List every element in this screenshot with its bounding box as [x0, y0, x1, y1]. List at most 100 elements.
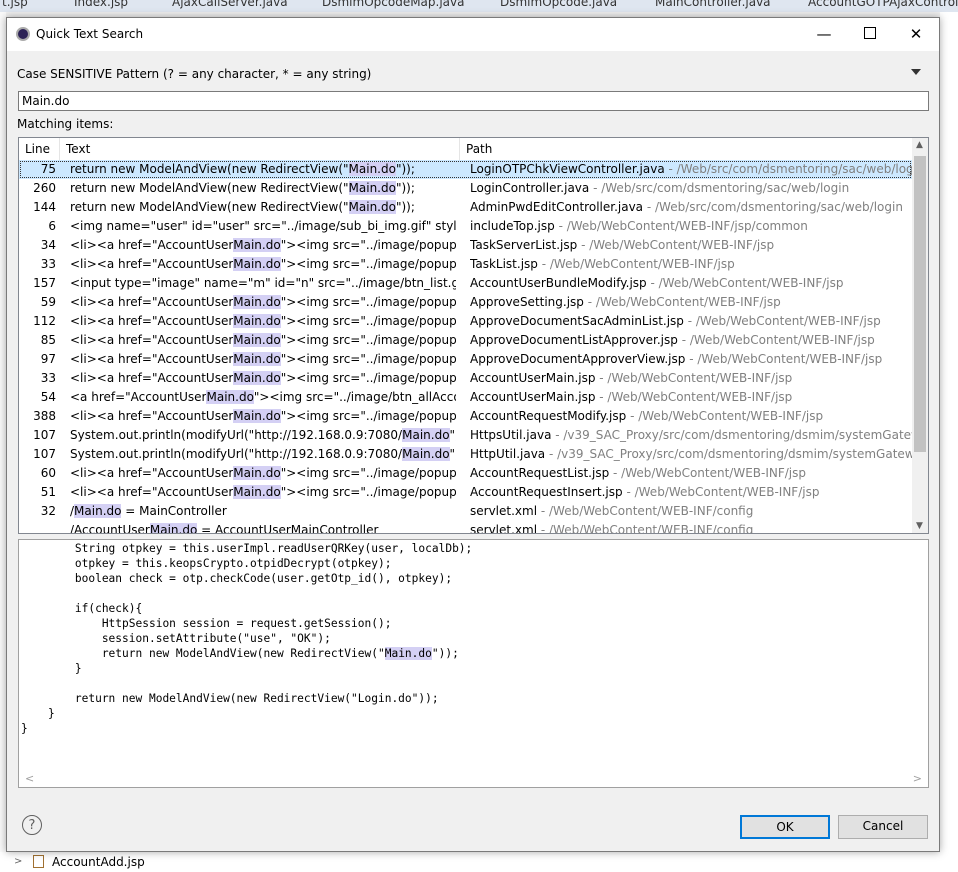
editor-tab[interactable]: t.jsp	[2, 0, 28, 9]
preview-horizontal-scrollbar[interactable]: < >	[19, 771, 928, 787]
row-text-pre: <li><a href="AccountUser	[70, 485, 234, 499]
table-row[interactable]: /AccountUserMain.do = AccountUserMainCon…	[19, 521, 912, 534]
table-row[interactable]: 260 return new ModelAndView(new RedirectV…	[19, 179, 912, 198]
row-text-pre: <li><a href="AccountUser	[70, 371, 234, 385]
row-file-dir: - /v39_SAC_Proxy/src/com/dsmentoring/dsm…	[545, 447, 912, 461]
scroll-left-icon[interactable]: <	[25, 772, 34, 785]
editor-tab[interactable]: Index.jsp	[74, 0, 128, 9]
table-row[interactable]: 112 <li><a href="AccountUserMain.do"><img…	[19, 312, 912, 331]
row-text-pre: /AccountUser	[70, 523, 150, 534]
code-pre: HttpSession session = request.getSession…	[21, 617, 392, 630]
table-row[interactable]: 97 <li><a href="AccountUserMain.do"><img …	[19, 350, 912, 369]
row-text-match: Main.do	[402, 428, 450, 442]
dialog-title: Quick Text Search	[36, 27, 144, 41]
row-text-pre: return new ModelAndView(new RedirectView…	[70, 162, 349, 176]
scroll-up-icon[interactable]: ▲	[916, 140, 923, 150]
search-input[interactable]	[18, 91, 929, 111]
row-line-number: 85	[40, 333, 56, 347]
editor-tab[interactable]: DsmimOpcodeMap.java	[322, 0, 465, 9]
editor-tab[interactable]: AccountGOTPAjaxController	[808, 0, 958, 9]
table-row[interactable]: 51 <li><a href="AccountUserMain.do"><img …	[19, 483, 912, 502]
row-text-pre: <input type="image" name="m" id="n" src=…	[70, 276, 456, 290]
quick-text-search-dialog: Quick Text Search — ✕ Case SENSITIVE Pat…	[6, 17, 940, 852]
table-row[interactable]: 144 return new ModelAndView(new RedirectV…	[19, 198, 912, 217]
row-file-dir: - /Web/WebContent/WEB-INF/jsp	[595, 371, 793, 385]
row-path: AccountRequestModify.jsp - /Web/WebConte…	[470, 407, 912, 426]
row-path: AccountRequestList.jsp - /Web/WebContent…	[470, 464, 912, 483]
table-row[interactable]: 107 System.out.println(modifyUrl("http://…	[19, 426, 912, 445]
row-file-name: ApproveDocumentApproverView.jsp	[470, 352, 686, 366]
results-table[interactable]: Line Text Path 75 return new ModelAndView…	[18, 137, 929, 534]
row-file-name: LoginController.java	[470, 181, 590, 195]
scroll-right-icon[interactable]: >	[913, 772, 922, 785]
row-text: <a href="AccountUserMain.do"><img src=".…	[70, 388, 456, 407]
row-text-match: Main.do	[233, 409, 281, 423]
row-file-name: AccountUserMain.jsp	[470, 371, 596, 385]
code-pre: }	[21, 662, 82, 675]
row-file-dir: - /Web/WebContent/WEB-INF/jsp	[537, 257, 735, 271]
editor-tab[interactable]: DsmimOpcode.java	[500, 0, 617, 9]
row-text: <img name="user" id="user" src="../image…	[70, 217, 456, 236]
row-text: <input type="image" name="m" id="n" src=…	[70, 274, 456, 293]
row-path: AccountRequestInsert.jsp - /Web/WebConte…	[470, 483, 912, 502]
code-line: return new ModelAndView(new RedirectView…	[21, 692, 439, 705]
table-row[interactable]: 85 <li><a href="AccountUserMain.do"><img …	[19, 331, 912, 350]
maximize-button[interactable]	[847, 18, 893, 51]
minimize-button[interactable]: —	[801, 18, 847, 51]
row-path: servlet.xml - /Web/WebContent/WEB-INF/co…	[470, 502, 912, 521]
editor-tab[interactable]: AjaxCallServer.java	[172, 0, 288, 9]
table-row[interactable]: 32/Main.do = MainController servlet.xml -…	[19, 502, 912, 521]
code-line: return new ModelAndView(new RedirectView…	[21, 647, 459, 660]
scroll-thumb[interactable]	[914, 156, 926, 452]
background-tree-row[interactable]: > AccountAdd.jsp	[0, 852, 958, 872]
table-row[interactable]: 6 <img name="user" id="user" src="../imag…	[19, 217, 912, 236]
column-header-line[interactable]: Line	[19, 138, 60, 160]
row-path: servlet.xml - /Web/WebContent/WEB-INF/co…	[470, 521, 912, 533]
table-header: Line Text Path	[19, 138, 912, 161]
table-row[interactable]: 75 return new ModelAndView(new RedirectVi…	[19, 160, 912, 179]
editor-tab[interactable]: MainController.java	[655, 0, 771, 9]
cancel-button[interactable]: Cancel	[838, 815, 928, 839]
jsp-file-icon	[33, 855, 44, 868]
code-pre: return new ModelAndView(new RedirectView…	[21, 692, 439, 705]
table-row[interactable]: 33 <li><a href="AccountUserMain.do"><img …	[19, 369, 912, 388]
row-text: <li><a href="AccountUserMain.do"><img sr…	[70, 236, 456, 255]
table-row[interactable]: 157 <input type="image" name="m" id="n" s…	[19, 274, 912, 293]
row-file-dir: - /Web/WebContent/WEB-INF/jsp	[683, 314, 881, 328]
table-row[interactable]: 60 <li><a href="AccountUserMain.do"><img …	[19, 464, 912, 483]
code-preview[interactable]: String otpkey = this.userImpl.readUserQR…	[18, 539, 929, 788]
column-header-text[interactable]: Text	[60, 138, 460, 160]
view-menu-icon[interactable]	[911, 69, 921, 75]
table-row[interactable]: 107 System.out.println(modifyUrl("http://…	[19, 445, 912, 464]
row-file-dir: - /Web/src/com/dsmentoring/sac/web/login	[664, 162, 913, 176]
column-header-path[interactable]: Path	[460, 138, 912, 160]
help-icon[interactable]: ?	[22, 815, 42, 835]
row-file-name: HttpsUtil.java	[470, 428, 552, 442]
row-text: <li><a href="AccountUserMain.do"><img sr…	[70, 331, 456, 350]
table-row[interactable]: 59 <li><a href="AccountUserMain.do"><img …	[19, 293, 912, 312]
table-vertical-scrollbar[interactable]: ▲ ▼	[912, 138, 928, 533]
row-line-number: 75	[40, 162, 56, 176]
table-row[interactable]: 34 <li><a href="AccountUserMain.do"><img …	[19, 236, 912, 255]
row-path: ApproveDocumentApproverView.jsp - /Web/W…	[470, 350, 912, 369]
table-row[interactable]: 33 <li><a href="AccountUserMain.do"><img …	[19, 255, 912, 274]
row-file-name: AccountRequestInsert.jsp	[470, 485, 623, 499]
ok-button[interactable]: OK	[740, 815, 830, 839]
row-text-pre: <li><a href="AccountUser	[70, 409, 234, 423]
close-button[interactable]: ✕	[893, 18, 939, 51]
row-text-match: Main.do	[233, 333, 281, 347]
row-text-match: Main.do	[206, 390, 254, 404]
code-match: Main.do	[384, 647, 432, 660]
row-text-post: "><img src="../image/popup_gnb02_	[280, 333, 456, 347]
table-row[interactable]: 54 <a href="AccountUserMain.do"><img src=…	[19, 388, 912, 407]
expand-arrow-icon[interactable]: >	[14, 856, 22, 867]
row-file-dir: - /Web/WebContent/WEB-INF/jsp	[622, 485, 820, 499]
title-bar[interactable]: Quick Text Search — ✕	[7, 18, 939, 51]
row-line-number: 112	[33, 314, 56, 328]
scroll-down-icon[interactable]: ▼	[916, 521, 923, 531]
code-line: if(check){	[21, 602, 142, 615]
row-path: TaskServerList.jsp - /Web/WebContent/WEB…	[470, 236, 912, 255]
code-pre: session.setAttribute("use", "OK");	[21, 632, 331, 645]
row-file-name: AccountRequestModify.jsp	[470, 409, 627, 423]
table-row[interactable]: 388 <li><a href="AccountUserMain.do"><img…	[19, 407, 912, 426]
